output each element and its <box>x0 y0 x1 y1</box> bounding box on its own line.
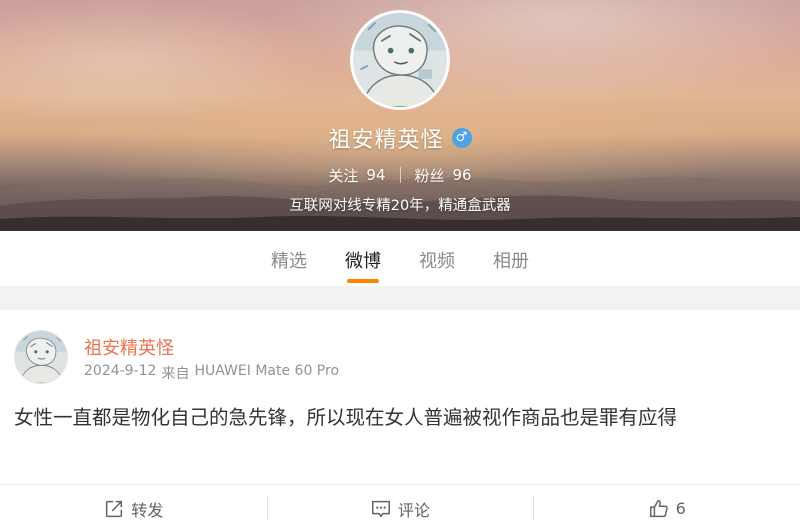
like-count: 6 <box>675 499 686 518</box>
gender-male-icon: ♂ <box>451 128 472 148</box>
profile-avatar[interactable] <box>350 10 450 110</box>
post-meta: 2024-9-12 来自 HUAWEI Mate 60 Pro <box>84 363 339 383</box>
post-author-name[interactable]: 祖安精英怪 <box>84 334 174 360</box>
comment-icon <box>372 500 390 517</box>
followers-count: 96 <box>452 166 472 184</box>
followers-stat[interactable]: 粉丝 96 <box>415 165 472 186</box>
avatar-image <box>353 13 447 107</box>
repost-icon <box>106 500 123 517</box>
stats-divider <box>399 167 401 183</box>
tab-albums[interactable]: 相册 <box>474 231 548 286</box>
tab-videos[interactable]: 视频 <box>400 231 474 286</box>
following-count: 94 <box>366 166 386 184</box>
following-label: 关注 <box>328 166 359 185</box>
comment-button[interactable]: 评论 <box>266 485 534 532</box>
like-button[interactable]: 6 <box>533 485 800 532</box>
comment-label: 评论 <box>398 500 431 520</box>
post-actions: 转发 评论 6 <box>0 484 800 532</box>
like-icon <box>649 499 668 517</box>
profile-name: 祖安精英怪 <box>328 128 444 153</box>
post-text[interactable]: 女性一直都是物化自己的急先锋，所以现在女人普遍被视作商品也是罪有应得 <box>14 402 786 434</box>
tab-weibo[interactable]: 微博 <box>326 231 400 286</box>
profile-bio: 互联网对线专精20年，精通盒武器 <box>289 198 511 214</box>
following-stat[interactable]: 关注 94 <box>328 165 385 186</box>
post-author-avatar[interactable] <box>14 330 68 384</box>
profile-tabs: 精选 微博 视频 相册 <box>0 231 800 286</box>
avatar-image <box>15 331 67 383</box>
repost-button[interactable]: 转发 <box>0 485 267 532</box>
profile-name-row: 祖安精英怪 ♂ <box>0 121 800 155</box>
post-card: 祖安精英怪 2024-9-12 来自 HUAWEI Mate 60 Pro 女性… <box>0 310 800 532</box>
post-device: HUAWEI Mate 60 Pro <box>194 363 340 379</box>
post-date: 2024-9-12 <box>84 363 157 379</box>
profile-stats: 关注 94 粉丝 96 <box>0 162 800 188</box>
tab-featured[interactable]: 精选 <box>252 231 326 286</box>
post-source-prefix: 来自 <box>161 366 190 382</box>
followers-label: 粉丝 <box>414 166 445 185</box>
repost-label: 转发 <box>131 500 164 520</box>
